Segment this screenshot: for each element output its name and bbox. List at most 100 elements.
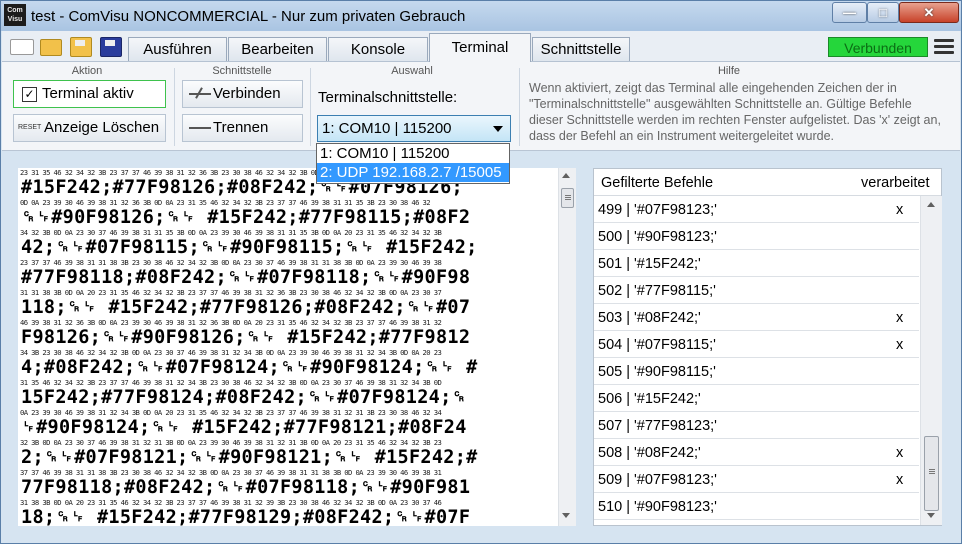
list-item[interactable]: 507 | '#77F98123;' [594,412,919,439]
connect-icon [189,93,211,95]
terminal-aktiv-checkbox[interactable]: ✓ Terminal aktiv [13,80,166,108]
command-text: 509 | '#07F98123;' [598,472,717,488]
terminal-hex-bytes: 31 31 38 3B 0D 0A 20 23 31 35 46 32 34 3… [20,288,442,297]
terminal-hex-bytes: 34 32 3B 0D 0A 23 30 37 46 39 38 31 31 3… [20,228,442,237]
terminal-ascii-text: 77F98118;#08F242;␍␊#07F98118;␍␊#90F981 [21,477,471,498]
terminal-line: 34 32 3B 0D 0A 23 30 37 46 39 38 31 31 3… [18,228,558,258]
close-button[interactable]: ✕ [899,2,959,23]
list-scroll-thumb[interactable] [924,436,939,511]
group-separator [519,68,520,146]
terminal-ascii-text: 18;␍␊ #15F242;#77F98129;#08F242;␍␊#07F [21,507,471,526]
list-item[interactable]: 508 | '#08F242;' x [594,439,919,466]
terminalschnittstelle-select[interactable]: 1: COM10 | 115200 [317,115,511,142]
tab-konsole[interactable]: Konsole [328,37,428,61]
anzeige-loeschen-label: Anzeige Löschen [44,119,160,136]
help-text: Wenn aktiviert, zeigt das Terminal alle … [529,81,941,143]
terminal-line: 31 35 46 32 34 32 3B 23 37 37 46 39 38 3… [18,378,558,408]
header-gefilterte-befehle: Gefilterte Befehle [601,175,714,191]
terminal-line: 32 3B 0D 0A 23 30 37 46 39 38 31 32 31 3… [18,438,558,468]
scroll-up-icon[interactable] [562,173,570,178]
command-text: 507 | '#77F98123;' [598,418,717,434]
select-value: 1: COM10 | 115200 [322,120,452,137]
minimize-button[interactable]: — [832,2,867,23]
terminal-hex-bytes: 37 37 46 39 38 31 31 38 3B 23 30 38 46 3… [20,468,442,477]
terminal-hex-bytes: 31 38 3B 0D 0A 20 23 31 35 46 32 34 32 3… [20,498,442,507]
terminal-output[interactable]: 23 31 35 46 32 34 32 3B 23 37 37 46 39 3… [18,168,558,526]
terminal-hex-bytes: 23 37 37 46 39 38 31 31 38 3B 23 30 38 4… [20,258,442,267]
trennen-label: Trennen [213,119,269,136]
list-item[interactable]: 509 | '#07F98123;' x [594,466,919,493]
terminal-ascii-text: F98126;␍␊#90F98126;␍␊ #15F242;#77F9812 [21,327,471,348]
terminal-aktiv-label: Terminal aktiv [42,85,134,102]
terminal-hex-bytes: 34 3B 23 30 38 46 32 34 32 3B 0D 0A 23 3… [20,348,442,357]
ribbon-panel: Aktion ✓ Terminal aktiv RESET Anzeige Lö… [2,62,960,151]
terminal-scroll-thumb[interactable] [561,188,574,208]
title-bar[interactable]: Com Visu test - ComVisu NONCOMMERCIAL - … [1,1,961,31]
terminal-ascii-text: 118;␍␊ #15F242;#77F98126;#08F242;␍␊#07 [21,297,471,318]
tab-bearbeiten[interactable]: Bearbeiten [228,37,327,61]
list-item[interactable]: 501 | '#15F242;' [594,250,919,277]
open-folder-icon[interactable] [40,39,62,56]
list-item[interactable]: 503 | '#08F242;' x [594,304,919,331]
terminal-line: 37 37 46 39 38 31 31 38 3B 23 30 38 46 3… [18,468,558,498]
terminal-ascii-text: 42;␍␊#07F98115;␍␊#90F98115;␍␊ #15F242; [21,237,478,258]
window-title: test - ComVisu NONCOMMERCIAL - Nur zum p… [31,8,466,25]
command-text: 504 | '#07F98115;' [598,337,716,353]
scroll-down-icon[interactable] [927,513,935,518]
list-scrollbar[interactable] [920,196,942,525]
terminal-lines: 23 31 35 46 32 34 32 3B 23 37 37 46 39 3… [18,168,558,526]
interface-dropdown-list[interactable]: 1: COM10 | 115200 2: UDP 192.168.2.7 /15… [316,143,510,184]
list-item[interactable]: 510 | '#90F98123;' [594,493,919,520]
list-item[interactable]: 504 | '#07F98115;' x [594,331,919,358]
list-item[interactable]: 506 | '#15F242;' [594,385,919,412]
verbinden-button[interactable]: Verbinden [182,80,303,108]
terminal-hex-bytes: 32 3B 0D 0A 23 30 37 46 39 38 31 32 31 3… [20,438,442,447]
terminal-line: 0D 0A 23 39 30 46 39 38 31 32 36 3B 0D 0… [18,198,558,228]
list-item[interactable]: 502 | '#77F98115;' [594,277,919,304]
scroll-up-icon[interactable] [927,202,935,207]
filtered-commands-list[interactable]: Gefilterte Befehle verarbeitet 499 | '#0… [593,168,942,526]
tab-schnittstelle[interactable]: Schnittstelle [532,37,630,61]
terminal-ascii-text: ␍␊#90F98126;␍␊ #15F242;#77F98115;#08F2 [21,207,471,228]
command-text: 499 | '#07F98123;' [598,202,717,218]
save-icon[interactable] [70,37,92,57]
disconnect-icon [189,127,211,129]
app-logo: Com Visu [4,4,26,26]
command-text: 503 | '#08F242;' [598,310,701,326]
terminal-ascii-text: #77F98118;#08F242;␍␊#07F98118;␍␊#90F98 [21,267,471,288]
terminal-scrollbar[interactable] [558,168,576,526]
group-label-auswahl: Auswahl [391,65,433,77]
app-window: Com Visu test - ComVisu NONCOMMERCIAL - … [0,0,962,544]
scroll-down-icon[interactable] [562,513,570,518]
command-text: 506 | '#15F242;' [598,391,701,407]
dropdown-option-udp[interactable]: 2: UDP 192.168.2.7 /15005 [317,163,509,182]
maximize-button[interactable]: □ [867,2,899,23]
processed-mark: x [896,202,904,218]
trennen-button[interactable]: Trennen [182,114,303,142]
tab-ausfuehren[interactable]: Ausführen [128,37,227,61]
list-item[interactable]: 500 | '#90F98123;' [594,223,919,250]
hamburger-menu-icon[interactable] [934,39,954,55]
command-text: 505 | '#90F98115;' [598,364,716,380]
close-icon: ✕ [923,5,935,20]
command-text: 500 | '#90F98123;' [598,229,717,245]
anzeige-loeschen-button[interactable]: RESET Anzeige Löschen [13,114,166,142]
terminal-line: 46 39 38 31 32 36 3B 0D 0A 23 39 30 46 3… [18,318,558,348]
save-as-icon[interactable] [100,37,122,57]
command-text: 510 | '#90F98123;' [598,499,717,515]
terminal-ascii-text: ␊#90F98124;␍␊ #15F242;#77F98121;#08F24 [21,417,467,438]
group-separator [174,68,175,146]
group-label-schnittstelle: Schnittstelle [212,65,272,77]
group-separator [310,68,311,146]
list-item[interactable]: 499 | '#07F98123;' x [594,196,919,223]
dropdown-option-com10[interactable]: 1: COM10 | 115200 [317,144,509,163]
terminal-hex-bytes: 31 35 46 32 34 32 3B 23 37 37 46 39 38 3… [20,378,442,387]
checkbox-icon: ✓ [22,87,37,102]
terminal-line: 31 38 3B 0D 0A 20 23 31 35 46 32 34 32 3… [18,498,558,526]
maximize-icon: □ [879,5,887,20]
tab-terminal[interactable]: Terminal [429,33,531,62]
list-item[interactable]: 505 | '#90F98115;' [594,358,919,385]
processed-mark: x [896,310,904,326]
new-file-icon[interactable] [10,39,34,55]
terminal-line: 23 37 37 46 39 38 31 31 38 3B 23 30 38 4… [18,258,558,288]
